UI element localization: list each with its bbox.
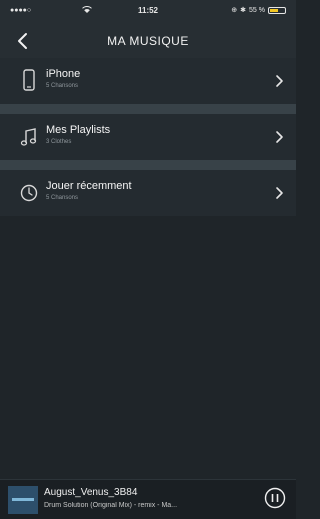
chevron-right-icon bbox=[274, 186, 284, 200]
chevron-right-icon bbox=[274, 130, 284, 144]
music-note-icon bbox=[18, 125, 40, 149]
clock-icon bbox=[18, 181, 40, 205]
list-item-playlists[interactable]: Mes Playlists 3 Clothes bbox=[0, 114, 296, 160]
lock-rotation-icon: ⊕ bbox=[231, 7, 238, 14]
list-item-label: Jouer récemment bbox=[46, 180, 132, 192]
pause-icon bbox=[264, 487, 286, 509]
navigation-bar: MA MUSIQUE bbox=[0, 22, 296, 60]
bluetooth-icon: ✱ bbox=[240, 7, 247, 14]
app-screen: ●●●●○ 11:52 ⊕ ✱ 55 % MA MUSIQUE iPhone 5… bbox=[0, 0, 296, 519]
page-title: MA MUSIQUE bbox=[107, 34, 189, 48]
pause-button[interactable] bbox=[264, 487, 286, 509]
list-item-iphone[interactable]: iPhone 5 Chansons bbox=[0, 58, 296, 104]
battery-fill bbox=[270, 8, 278, 12]
list-item-subtitle: 3 Clothes bbox=[46, 139, 72, 145]
section-divider bbox=[0, 104, 296, 114]
album-art[interactable] bbox=[8, 486, 38, 514]
status-right: ⊕ ✱ 55 % bbox=[231, 6, 286, 14]
list-item-label: Mes Playlists bbox=[46, 124, 111, 136]
album-art-graphic bbox=[12, 498, 34, 501]
battery-icon bbox=[268, 6, 286, 14]
now-playing-title: August_Venus_3B84 bbox=[44, 487, 138, 498]
list-item-subtitle: 5 Chansons bbox=[46, 195, 79, 201]
list-item-recently-played[interactable]: Jouer récemment 5 Chansons bbox=[0, 170, 296, 216]
phone-icon bbox=[18, 69, 40, 93]
list-item-label: iPhone bbox=[46, 68, 81, 80]
now-playing-bar[interactable]: August_Venus_3B84 Drum Solution (Origina… bbox=[0, 479, 296, 519]
battery-text: 55 % bbox=[249, 6, 265, 14]
section-divider bbox=[0, 160, 296, 170]
list-item-subtitle: 5 Chansons bbox=[46, 83, 79, 89]
chevron-right-icon bbox=[274, 74, 284, 88]
now-playing-artist: Drum Solution (Original Mix) - remix - M… bbox=[44, 502, 178, 509]
status-bar: ●●●●○ 11:52 ⊕ ✱ 55 % bbox=[0, 0, 296, 22]
